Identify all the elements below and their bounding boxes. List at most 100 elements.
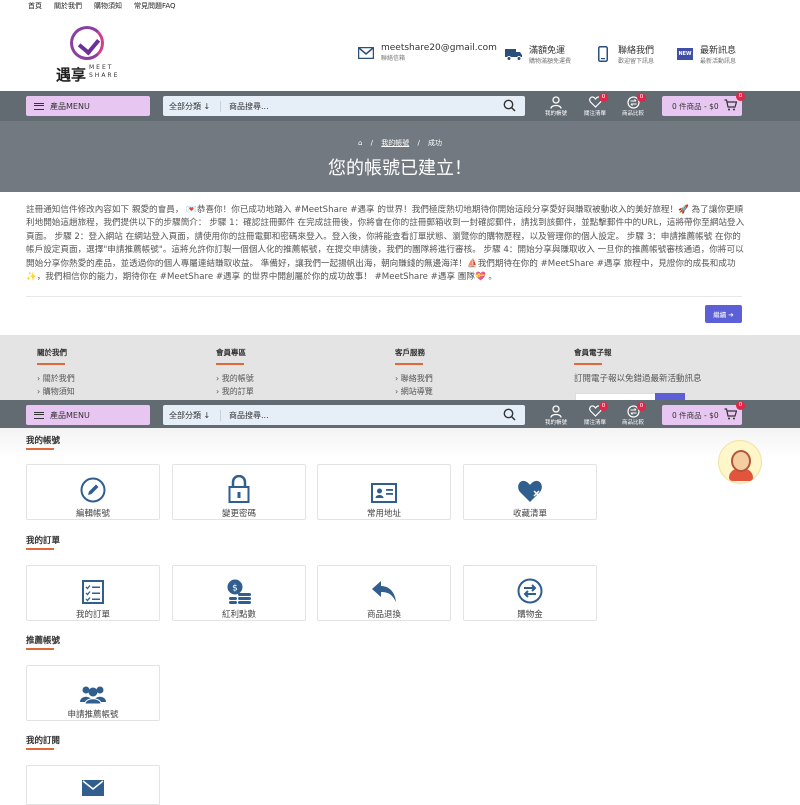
section-title-subscriptions: 我的訂閱 — [26, 736, 61, 746]
footer-col-about: 關於我們 關於我們 購物須知 — [37, 347, 75, 398]
wishlist-link[interactable]: 0 關注清單 — [578, 93, 612, 117]
return-arrow-icon — [318, 574, 450, 604]
mascot-chat-avatar[interactable] — [718, 440, 762, 484]
footer-link[interactable]: 網站導覽 — [395, 385, 433, 398]
section-fade — [0, 428, 800, 458]
cart-button[interactable]: 0 件商品 - $0 0 — [662, 92, 745, 116]
top-link-shopping-guide[interactable]: 購物須知 — [94, 1, 122, 11]
header-email[interactable]: meetshare20@gmail.com 聯絡信箱 — [357, 43, 497, 62]
section-underline — [26, 548, 54, 550]
search-bar: 全部分類 ↓ 商品搜尋... — [163, 405, 525, 425]
coins-icon: $ — [173, 574, 305, 604]
email-icon — [357, 44, 375, 62]
divider — [26, 296, 742, 297]
wishlist-link[interactable]: 0 關注清單 — [578, 402, 612, 426]
svg-text:$: $ — [232, 584, 238, 594]
hamburger-icon — [34, 102, 44, 110]
card-wishlist[interactable]: 收藏清單 — [463, 464, 597, 520]
search-input[interactable]: 商品搜尋... — [221, 410, 503, 421]
users-icon — [27, 674, 159, 704]
pencil-icon — [27, 473, 159, 503]
envelope-icon — [27, 778, 159, 796]
sticky-navbar: 產品MENU 全部分類 ↓ 商品搜尋... 我的帳號 0 關注清單 0 商品比較… — [0, 400, 800, 430]
lock-icon — [173, 473, 305, 503]
section-title-account: 我的帳號 — [26, 436, 61, 446]
cart-icon — [724, 99, 737, 113]
card-addresses[interactable]: 常用地址 — [317, 464, 451, 520]
search-icon[interactable] — [503, 99, 525, 114]
section-underline — [26, 648, 54, 650]
section-underline — [26, 748, 54, 750]
compare-link[interactable]: 0 商品比較 — [616, 402, 650, 426]
compare-icon: 0 — [616, 402, 650, 418]
top-link-about[interactable]: 關於我們 — [54, 1, 82, 11]
heart-outline-icon: 0 — [578, 93, 612, 109]
hamburger-icon — [34, 411, 44, 419]
compare-badge: 0 — [637, 93, 646, 102]
top-link-faq[interactable]: 常見問題FAQ — [134, 1, 176, 11]
header-news[interactable]: NEW 最新訊息 最新活動訊息 — [676, 43, 736, 65]
user-icon — [539, 404, 573, 418]
home-icon[interactable]: ⌂ — [358, 139, 362, 147]
cart-button[interactable]: 0 件商品 - $0 0 — [662, 401, 745, 425]
cart-icon — [724, 408, 737, 422]
category-select[interactable]: 全部分類 ↓ — [163, 409, 221, 421]
compare-icon: 0 — [616, 93, 650, 109]
logo-check-icon — [70, 26, 104, 60]
cart-badge: 0 — [736, 92, 745, 101]
page-hero: ⌂ / 我的帳號 / 成功 您的帳號已建立！ — [0, 121, 800, 192]
search-input[interactable]: 商品搜尋... — [221, 101, 503, 112]
product-menu-button[interactable]: 產品MENU — [26, 405, 150, 425]
breadcrumb-current: 成功 — [428, 139, 443, 147]
card-newsletter[interactable] — [26, 765, 160, 805]
search-icon[interactable] — [503, 408, 525, 423]
card-my-orders[interactable]: 我的訂單 — [26, 565, 160, 621]
footer-link[interactable]: 購物須知 — [37, 385, 75, 398]
card-edit-account[interactable]: 編輯帳號 — [26, 464, 160, 520]
exchange-icon — [464, 574, 596, 604]
header-free-shipping[interactable]: 滿額免運 購物滿額免運費 — [505, 43, 571, 65]
registration-message: 註冊通知信件修改內容如下 親愛的會員， 💌恭喜你！你已成功地踏入 #MeetSh… — [26, 205, 745, 283]
phone-icon — [594, 45, 612, 63]
my-account-link[interactable]: 我的帳號 — [539, 404, 573, 426]
heart-outline-icon: 0 — [578, 402, 612, 418]
category-select[interactable]: 全部分類 ↓ — [163, 100, 221, 112]
footer-col-member: 會員專區 我的帳號 我的訂單 — [216, 347, 254, 398]
breadcrumb-account[interactable]: 我的帳號 — [381, 139, 409, 147]
site-logo[interactable]: 遇享 MEET SHARE — [56, 26, 126, 86]
compare-link[interactable]: 0 商品比較 — [616, 93, 650, 117]
card-shopping-credit[interactable]: 購物金 — [463, 565, 597, 621]
top-link-home[interactable]: 首頁 — [28, 1, 42, 11]
card-change-password[interactable]: 變更密碼 — [172, 464, 306, 520]
top-links: 首頁 關於我們 購物須知 常見問題FAQ — [28, 1, 176, 11]
footer-link[interactable]: 我的帳號 — [216, 372, 254, 385]
search-bar: 全部分類 ↓ 商品搜尋... — [163, 96, 525, 116]
breadcrumb: ⌂ / 我的帳號 / 成功 — [357, 139, 443, 147]
footer-link[interactable]: 聯絡我們 — [395, 372, 433, 385]
new-badge-icon: NEW — [676, 45, 694, 63]
user-icon — [539, 95, 573, 109]
footer-col-service: 客戶服務 聯絡我們 網站導覽 — [395, 347, 433, 398]
main-navbar: 產品MENU 全部分類 ↓ 商品搜尋... 我的帳號 0 關注清單 0 商品比較… — [0, 91, 800, 121]
footer-link[interactable]: 我的訂單 — [216, 385, 254, 398]
checklist-icon — [27, 574, 159, 604]
card-bonus-points[interactable]: $ 紅利點數 — [172, 565, 306, 621]
mascot-face — [731, 450, 751, 472]
cart-badge: 0 — [736, 401, 745, 410]
product-menu-button[interactable]: 產品MENU — [26, 96, 150, 116]
footer-link[interactable]: 關於我們 — [37, 372, 75, 385]
footer-col-newsletter: 會員電子報 訂閱電子報以免錯過最新活動訊息 — [574, 348, 702, 384]
site-footer: 關於我們 關於我們 購物須知 會員專區 我的帳號 我的訂單 客戶服務 聯絡我們 … — [0, 335, 800, 400]
wishlist-badge: 0 — [599, 93, 608, 102]
section-title-referral: 推薦帳號 — [26, 636, 61, 646]
continue-button[interactable]: 繼續 ➔ — [705, 305, 742, 323]
card-apply-referral[interactable]: 申請推薦帳號 — [26, 665, 160, 721]
card-returns[interactable]: 商品退換 — [317, 565, 451, 621]
wishlist-badge: 0 — [599, 402, 608, 411]
compare-badge: 0 — [637, 402, 646, 411]
logo-text: 遇享 — [56, 66, 87, 84]
heart-icon — [464, 473, 596, 503]
header-contact[interactable]: 聯絡我們 歡迎留下訊息 — [594, 43, 654, 65]
my-account-link[interactable]: 我的帳號 — [539, 95, 573, 117]
page-title: 您的帳號已建立！ — [328, 158, 472, 179]
